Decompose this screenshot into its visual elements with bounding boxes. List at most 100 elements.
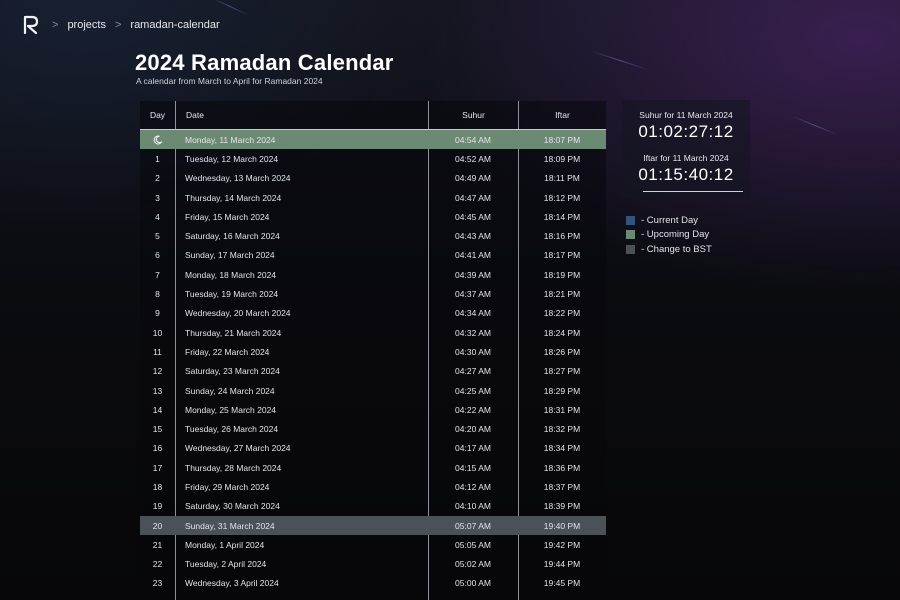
table-row: 12 Saturday, 23 March 2024 04:27 AM 18:27 P…	[140, 362, 606, 381]
cell-day: 14	[152, 404, 163, 415]
table-row: 4 Friday, 15 March 2024 04:45 AM 18:14 PM	[140, 207, 606, 226]
iftar-countdown-label: Iftar for 11 March 2024	[643, 153, 729, 163]
breadcrumb-separator: >	[114, 19, 122, 31]
cell-date: Tuesday, 19 March 2024	[185, 289, 279, 300]
cell-day: 5	[155, 231, 160, 242]
cell-iftar: 19:40 PM	[543, 520, 581, 531]
cell-suhur: 04:52 AM	[455, 153, 491, 164]
table-row: 23 Wednesday, 3 April 2024 05:00 AM 19:45 P…	[140, 574, 606, 593]
cell-day: 13	[152, 385, 163, 396]
cell-iftar: 18:32 PM	[543, 424, 581, 435]
cell-iftar: 18:17 PM	[543, 250, 581, 261]
cell-day: 10	[152, 327, 163, 338]
cell-day	[140, 134, 175, 145]
header-iftar: Iftar	[518, 101, 606, 129]
cell-day: 12	[152, 366, 163, 377]
cell-date: Thursday, 28 March 2024	[185, 462, 282, 473]
cell-date: Thursday, 21 March 2024	[185, 327, 282, 338]
cell-day: 15	[152, 424, 163, 435]
legend-swatch	[626, 244, 635, 254]
table-row: 2 Wednesday, 13 March 2024 04:49 AM 18:11 P…	[140, 169, 606, 188]
cell-suhur: 05:07 AM	[455, 520, 491, 531]
cell-suhur: 04:30 AM	[455, 346, 491, 357]
cell-date: Sunday, 24 March 2024	[185, 385, 275, 396]
cell-suhur: 04:47 AM	[455, 192, 491, 203]
table-row: 15 Tuesday, 26 March 2024 04:20 AM 18:32 PM	[140, 419, 606, 438]
page-title: 2024 Ramadan Calendar	[135, 50, 394, 75]
cell-iftar: 18:24 PM	[543, 327, 581, 338]
cell-suhur: 04:27 AM	[455, 366, 491, 377]
cell-iftar: 18:29 PM	[543, 385, 581, 396]
header-suhur: Suhur	[428, 101, 518, 129]
calendar-table: Day Date Suhur Iftar Monday, 11 March 20…	[140, 101, 606, 600]
cell-date: Friday, 15 March 2024	[185, 211, 270, 222]
cell-day: 3	[155, 192, 160, 203]
cell-date: Tuesday, 2 April 2024	[185, 559, 267, 570]
cell-suhur: 04:20 AM	[455, 424, 491, 435]
cell-date: Monday, 25 March 2024	[185, 404, 277, 415]
cell-suhur: 04:49 AM	[455, 173, 491, 184]
cell-suhur: 04:45 AM	[455, 211, 491, 222]
cell-date: Wednesday, 20 March 2024	[185, 308, 291, 319]
cell-suhur: 04:37 AM	[455, 289, 491, 300]
table-row: 14 Monday, 25 March 2024 04:22 AM 18:31 PM	[140, 400, 606, 419]
cell-date: Monday, 11 March 2024	[185, 134, 276, 145]
cell-date: Tuesday, 12 March 2024	[185, 153, 279, 164]
cell-suhur: 04:22 AM	[455, 404, 491, 415]
table-row: 17 Thursday, 28 March 2024 04:15 AM 18:36 P…	[140, 458, 606, 477]
cell-day: 6	[155, 250, 160, 261]
cell-date: Friday, 22 March 2024	[185, 346, 270, 357]
cell-date: Friday, 29 March 2024	[185, 481, 270, 492]
table-row: 9 Wednesday, 20 March 2024 04:34 AM 18:22 P…	[140, 304, 606, 323]
breadcrumb-link-ramadan-calendar[interactable]: ramadan-calendar	[130, 19, 219, 31]
legend-item-upcoming-day: - Upcoming Day	[626, 228, 712, 243]
cell-iftar: 18:07 PM	[543, 134, 581, 145]
breadcrumb: > projects > ramadan-calendar	[22, 14, 229, 36]
suhur-countdown-label: Suhur for 11 March 2024	[639, 110, 733, 120]
cell-iftar: 18:19 PM	[543, 269, 581, 280]
legend: - Current Day - Upcoming Day - Change to…	[626, 213, 712, 257]
cell-iftar: 19:42 PM	[543, 539, 581, 550]
cell-day: 2	[155, 173, 160, 184]
table-row: 6 Sunday, 17 March 2024 04:41 AM 18:17 PM	[140, 246, 606, 265]
cell-iftar: 18:36 PM	[543, 462, 581, 473]
table-row: Monday, 11 March 2024 04:54 AM 18:07 PM	[140, 130, 606, 150]
cell-suhur: 05:05 AM	[455, 539, 491, 550]
table-row: 5 Saturday, 16 March 2024 04:43 AM 18:16 PM	[140, 226, 606, 245]
legend-label: - Upcoming Day	[641, 229, 710, 241]
table-row: 7 Monday, 18 March 2024 04:39 AM 18:19 PM	[140, 265, 606, 284]
cell-date: Saturday, 23 March 2024	[185, 366, 280, 377]
cell-date: Wednesday, 3 April 2024	[185, 578, 279, 589]
cell-day: 23	[152, 578, 163, 589]
cell-iftar: 18:34 PM	[543, 443, 581, 454]
cell-day: 19	[152, 501, 163, 512]
timer-underline	[643, 191, 743, 192]
cell-date: Sunday, 31 March 2024	[185, 520, 275, 531]
cell-iftar: 18:09 PM	[543, 153, 581, 164]
cell-iftar: 18:14 PM	[543, 211, 581, 222]
cell-date: Tuesday, 26 March 2024	[185, 424, 279, 435]
cell-date: Saturday, 30 March 2024	[185, 501, 280, 512]
cell-day: 17	[152, 462, 163, 473]
cell-day: 1	[155, 153, 160, 164]
logo-icon[interactable]	[22, 15, 40, 35]
cell-day: 11	[153, 346, 162, 357]
cell-date: Thursday, 14 March 2024	[185, 192, 282, 203]
table-row: 19 Saturday, 30 March 2024 04:10 AM 18:39 P…	[140, 497, 606, 516]
table-row: 21 Monday, 1 April 2024 05:05 AM 19:42 PM	[140, 535, 606, 554]
cell-suhur: 04:39 AM	[455, 269, 491, 280]
cell-suhur: 04:32 AM	[455, 327, 491, 338]
cell-day: 8	[155, 289, 160, 300]
countdown-panel: Suhur for 11 March 2024 01:02:27:12 Ifta…	[622, 100, 750, 198]
cell-day: 20	[152, 520, 163, 531]
cell-day: 18	[152, 481, 163, 492]
breadcrumb-link-projects[interactable]: projects	[67, 19, 106, 31]
cell-iftar: 18:11 PM	[544, 173, 580, 184]
cell-suhur: 04:12 AM	[455, 481, 491, 492]
cell-suhur: 04:10 AM	[455, 501, 491, 512]
table-row: 3 Thursday, 14 March 2024 04:47 AM 18:12 PM	[140, 188, 606, 207]
legend-label: - Change to BST	[641, 243, 712, 255]
cell-date: Monday, 18 March 2024	[185, 269, 277, 280]
table-row: 20 Sunday, 31 March 2024 05:07 AM 19:40 PM	[140, 515, 606, 536]
moon-icon	[153, 135, 162, 145]
